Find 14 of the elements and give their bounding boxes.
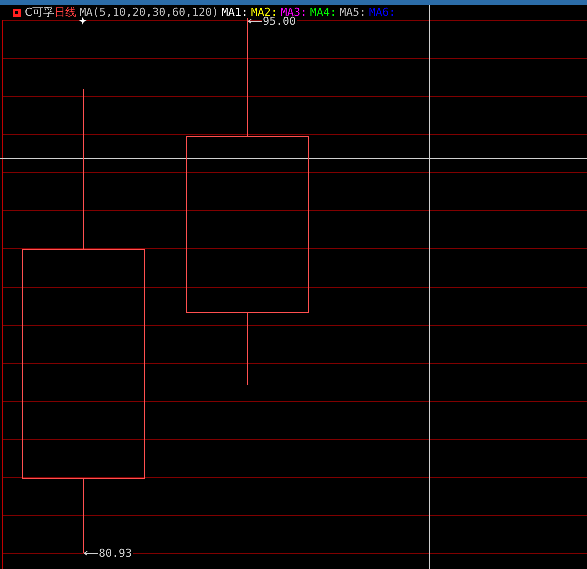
period-label: 日线 (54, 7, 77, 18)
ma-label: MA1: (222, 7, 248, 18)
star-icon (79, 17, 87, 25)
ma-label: MA2: (251, 7, 278, 18)
ma-label: MA6: (369, 7, 396, 18)
leader-line (84, 551, 98, 556)
ma-label: MA5: (340, 7, 366, 18)
leader-line (248, 19, 262, 24)
high-price-label: 95.00 (262, 16, 298, 27)
low-price-label: 80.93 (98, 548, 134, 559)
ma-label: MA3: (280, 7, 308, 18)
ma-label: MA4: (310, 7, 337, 18)
stock-title: C可孚 (25, 7, 55, 18)
ma-params: MA(5,10,20,30,60,120) (80, 7, 219, 18)
